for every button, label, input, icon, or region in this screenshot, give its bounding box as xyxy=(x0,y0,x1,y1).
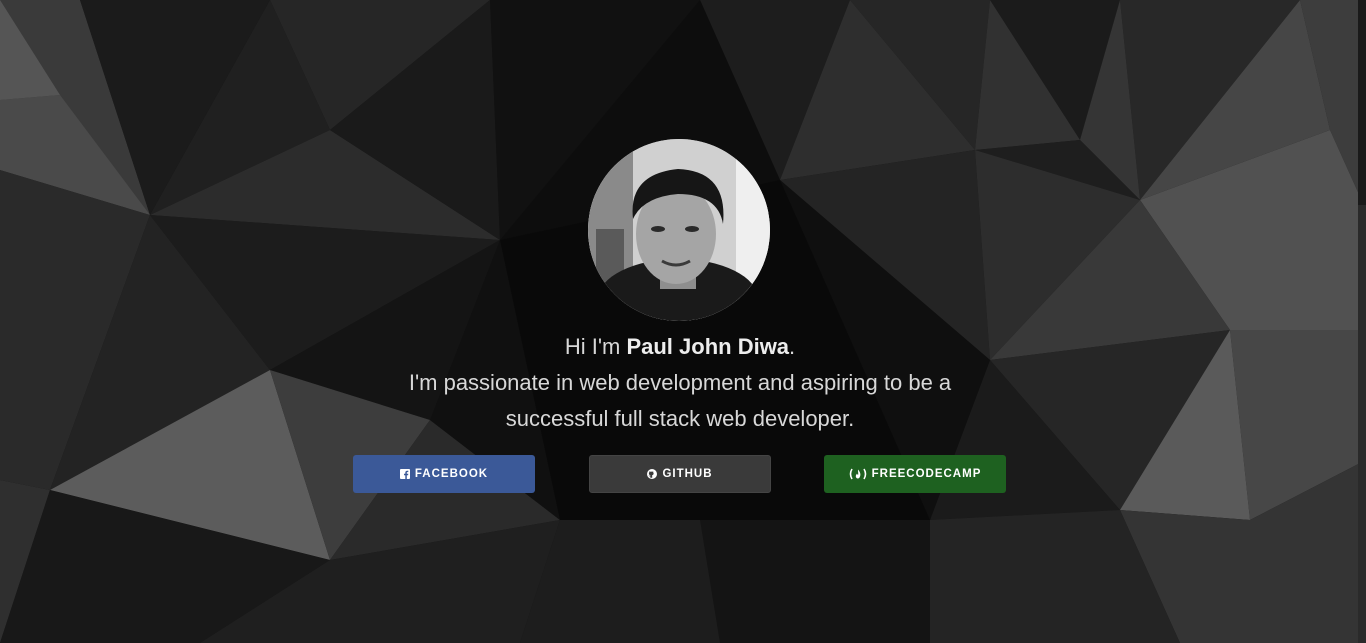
intro-line-2: I'm passionate in web development and as… xyxy=(408,370,952,395)
facebook-button[interactable]: FACEBOOK xyxy=(353,455,535,493)
scrollbar-thumb[interactable] xyxy=(1358,0,1366,205)
greeting-suffix: . xyxy=(789,334,796,359)
low-poly-background xyxy=(0,0,1366,643)
freecodecamp-icon xyxy=(849,468,867,480)
freecodecamp-button-label: FREECODECAMP xyxy=(871,468,982,480)
landing-page: Hi I'm Paul John Diwa. I'm passionate in… xyxy=(0,0,1366,643)
profile-avatar xyxy=(588,139,770,321)
github-button[interactable]: GITHUB xyxy=(589,455,771,493)
facebook-icon xyxy=(399,469,410,479)
github-icon xyxy=(647,469,658,479)
intro-line-3: successful full stack web developer. xyxy=(505,406,855,431)
github-button-label: GITHUB xyxy=(662,468,713,480)
intro-text: Hi I'm Paul John Diwa. I'm passionate in… xyxy=(330,329,1030,437)
greeting-prefix: Hi I'm xyxy=(564,334,627,359)
freecodecamp-button[interactable]: FREECODECAMP xyxy=(824,455,1006,493)
intro-greeting: Hi I'm Paul John Diwa. xyxy=(330,329,1030,365)
facebook-button-label: FACEBOOK xyxy=(414,468,489,480)
intro-name: Paul John Diwa xyxy=(626,334,790,359)
page-scrollbar[interactable] xyxy=(1358,0,1366,643)
